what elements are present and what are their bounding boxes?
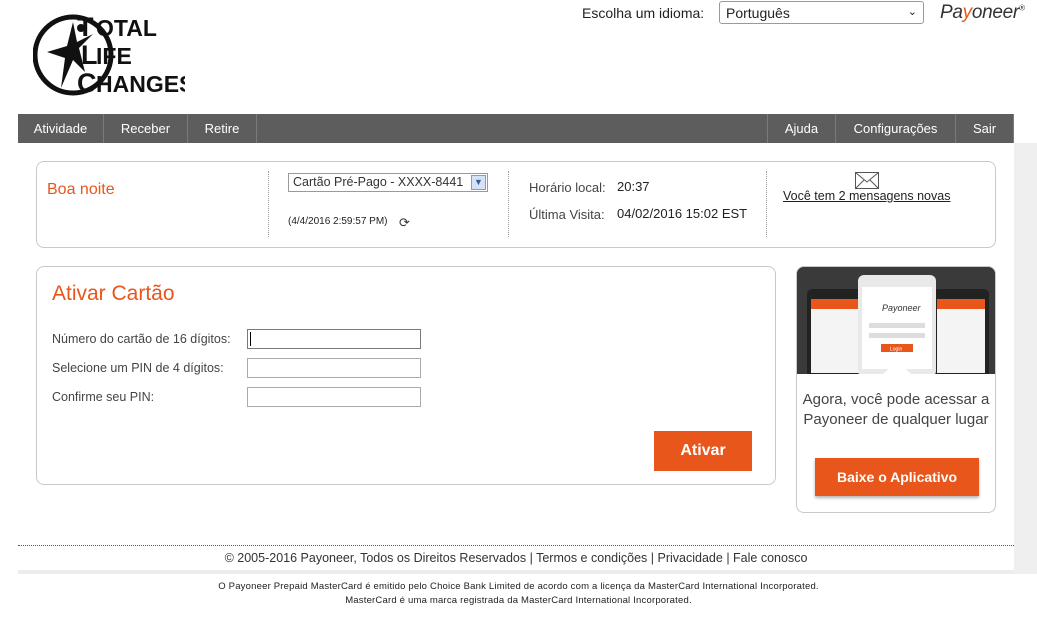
footer-separator: | — [650, 551, 655, 565]
language-selected-value: Português — [726, 5, 790, 21]
logo-line-2: IFE — [96, 43, 132, 69]
left-margin — [0, 114, 18, 574]
legal-line-2: MasterCard é uma marca registrada da Mas… — [345, 595, 692, 606]
terms-link[interactable]: Termos e condições — [536, 551, 647, 565]
chevron-down-icon: ⌄ — [907, 6, 917, 18]
footer-divider — [18, 545, 1014, 546]
divider — [508, 171, 509, 237]
local-time-label: Horário local: — [529, 180, 606, 195]
payoneer-logo[interactable]: Payoneer® — [940, 2, 1025, 24]
phone-login-text: Login — [890, 347, 902, 353]
brand-pre: Pa — [940, 2, 963, 23]
confirm-pin-label: Confirme seu PIN: — [52, 390, 155, 404]
contact-link[interactable]: Fale conosco — [733, 551, 807, 565]
logo-line-1: OTAL — [96, 15, 157, 41]
pin-label: Selecione um PIN de 4 dígitos: — [52, 361, 224, 375]
logo-line-3: HANGES — [96, 71, 185, 97]
divider — [766, 171, 767, 237]
legal-notice: O Payoneer Prepaid MasterCard é emitido … — [0, 580, 1037, 608]
welcome-box: Boa noite Cartão Pré-Pago - XXXX-8441 ▼ … — [36, 161, 996, 248]
footer-separator: | — [529, 551, 533, 565]
total-life-changes-logo[interactable]: T OTAL L IFE C HANGES — [33, 12, 185, 98]
nav-item-atividade[interactable]: Atividade — [18, 114, 104, 143]
envelope-icon[interactable] — [855, 172, 879, 189]
privacy-link[interactable]: Privacidade — [658, 551, 723, 565]
promo-text: Agora, você pode acessar a Payoneer de q… — [802, 391, 990, 428]
activate-card-panel: Ativar Cartão Número do cartão de 16 díg… — [36, 266, 776, 485]
pin-input[interactable] — [247, 358, 421, 378]
nav-item-retire[interactable]: Retire — [188, 114, 257, 143]
greeting: Boa noite — [47, 181, 115, 198]
right-margin — [1014, 143, 1037, 574]
main-nav: Atividade Receber Retire Ajuda Configura… — [18, 114, 1014, 143]
brand-post: oneer — [971, 2, 1019, 23]
messages-link[interactable]: Você tem 2 mensagens novas — [783, 189, 950, 203]
footer-separator: | — [726, 551, 730, 565]
footer: © 2005-2016 Payoneer, Todos os Direitos … — [18, 547, 1014, 574]
page: T OTAL L IFE C HANGES Escolha um idioma:… — [0, 0, 1037, 623]
chevron-down-icon: ▼ — [471, 175, 486, 190]
card-timestamp: (4/4/2016 2:59:57 PM) — [288, 216, 388, 227]
card-selected-value: Cartão Pré-Pago - XXXX-8441 — [293, 175, 464, 189]
card-number-label: Número do cartão de 16 dígitos: — [52, 332, 231, 346]
nav-item-receber[interactable]: Receber — [104, 114, 188, 143]
text-caret — [250, 332, 251, 346]
brand-accent: y — [962, 2, 973, 23]
logo-letter-c: C — [77, 68, 97, 98]
local-time-value: 20:37 — [617, 179, 650, 194]
last-visit-value: 04/02/2016 15:02 EST — [617, 206, 748, 221]
divider — [268, 171, 269, 237]
language-select[interactable]: Português ⌄ — [719, 1, 924, 24]
phones-image: Payoneer Login — [797, 267, 995, 374]
legal-line-1: O Payoneer Prepaid MasterCard é emitido … — [218, 581, 819, 592]
language-label: Escolha um idioma: — [582, 5, 705, 21]
confirm-pin-input[interactable] — [247, 387, 421, 407]
refresh-icon[interactable]: ⟳ — [399, 215, 410, 231]
nav-item-sair[interactable]: Sair — [955, 114, 1014, 143]
last-visit-label: Última Visita: — [529, 207, 605, 222]
activate-button[interactable]: Ativar — [654, 431, 752, 471]
phone-brand-text: Payoneer — [882, 303, 922, 313]
card-number-input[interactable] — [247, 329, 421, 349]
nav-item-configuracoes[interactable]: Configurações — [835, 114, 955, 143]
logo-letter-t: T — [77, 12, 94, 42]
brand-registered-mark: ® — [1018, 3, 1025, 13]
header: T OTAL L IFE C HANGES Escolha um idioma:… — [0, 0, 1037, 114]
nav-item-ajuda[interactable]: Ajuda — [767, 114, 835, 143]
page-title: Ativar Cartão — [52, 282, 175, 305]
download-app-button[interactable]: Baixe o Aplicativo — [815, 458, 979, 496]
app-promo-panel: Payoneer Login Agora, você pode acessar … — [796, 266, 996, 513]
copyright-text: © 2005-2016 Payoneer, Todos os Direitos … — [224, 551, 527, 565]
card-select[interactable]: Cartão Pré-Pago - XXXX-8441 ▼ — [288, 173, 488, 192]
